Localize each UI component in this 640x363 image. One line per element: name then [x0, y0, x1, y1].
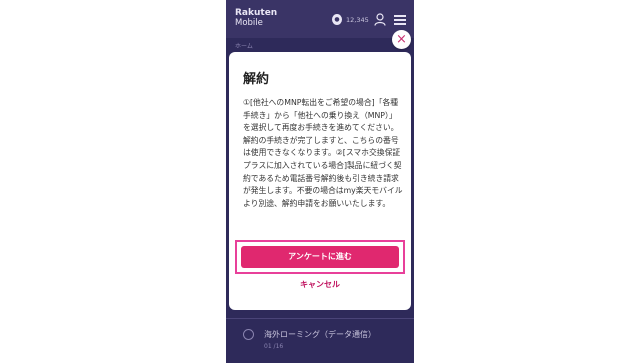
cancel-link[interactable]: キャンセル: [229, 279, 411, 290]
modal-body-text: ①[他社へのMNP転出をご希望の場合]「各種手続き」から「他社への乗り換え（MN…: [243, 98, 403, 208]
hamburger-menu-icon[interactable]: [394, 15, 406, 25]
breadcrumb[interactable]: ホーム: [235, 41, 253, 50]
list-item-roaming[interactable]: 海外ローミング（データ通信） 01 /16: [226, 318, 414, 363]
points-balance: 12,345: [346, 16, 369, 24]
app-header: Rakuten Mobile ● 12,345: [226, 0, 414, 38]
modal-title: 解約: [243, 72, 270, 87]
list-item-title: 海外ローミング（データ通信）: [264, 330, 376, 339]
list-item-subtitle: 01 /16: [264, 343, 284, 350]
proceed-to-survey-button[interactable]: アンケートに進む: [241, 246, 399, 268]
cancellation-modal: 解約 ①[他社へのMNP転出をご希望の場合]「各種手続き」から「他社への乗り換え…: [229, 52, 411, 310]
globe-icon: [243, 329, 254, 340]
points-coin-icon: ●: [332, 14, 342, 25]
logo-line2: Mobile: [235, 18, 263, 28]
close-icon[interactable]: ×: [392, 30, 411, 49]
logo-line1: Rakuten: [235, 8, 278, 18]
rakuten-mobile-logo[interactable]: Rakuten Mobile: [235, 8, 277, 28]
user-icon[interactable]: [374, 13, 386, 26]
